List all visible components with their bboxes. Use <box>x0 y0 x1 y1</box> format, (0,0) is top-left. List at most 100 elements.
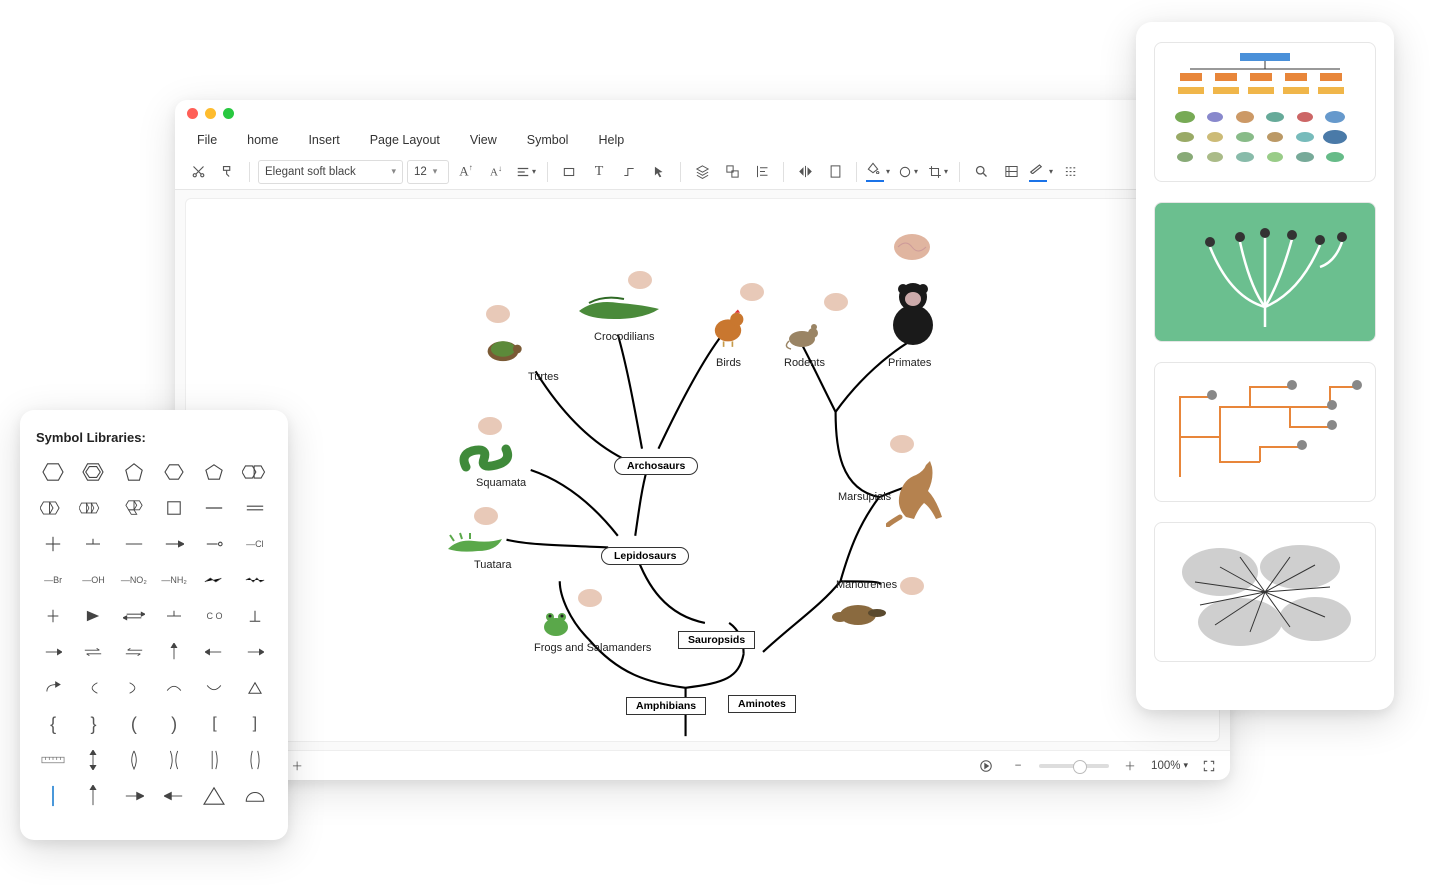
fused-rings-icon[interactable] <box>238 459 272 485</box>
triangle-shape-icon[interactable] <box>197 783 231 809</box>
template-thumb-phylogeny-green[interactable] <box>1154 202 1376 342</box>
fill-color-button[interactable]: ▾ <box>865 159 891 185</box>
layers-button[interactable] <box>689 159 715 185</box>
hexagon-outline-icon[interactable] <box>157 459 191 485</box>
search-button[interactable] <box>968 159 994 185</box>
benzene-icon[interactable] <box>76 459 110 485</box>
rodent-icon[interactable] <box>784 317 824 351</box>
increase-font-button[interactable]: A↑ <box>453 159 479 185</box>
menu-home[interactable]: home <box>233 129 292 151</box>
left-tri-arrow-icon[interactable] <box>157 783 191 809</box>
align-objects-button[interactable] <box>749 159 775 185</box>
pointer-tool[interactable] <box>646 159 672 185</box>
canvas[interactable]: Archosaurs Lepidosaurs Sauropsids Amphib… <box>185 198 1220 742</box>
pyrene-icon[interactable] <box>117 495 151 521</box>
text-tool[interactable]: T <box>586 159 612 185</box>
connector-style-button[interactable] <box>1058 159 1084 185</box>
hydroxyl-label-icon[interactable]: —OH <box>76 567 110 593</box>
paren-left-icon[interactable]: ( <box>117 711 151 737</box>
menu-file[interactable]: File <box>183 129 231 151</box>
zoom-out-button[interactable]: − <box>1007 755 1029 777</box>
cross-bond-icon[interactable] <box>36 531 70 557</box>
group-archosaurs[interactable]: Archosaurs <box>614 457 698 475</box>
perp-icon[interactable] <box>238 603 272 629</box>
pentagon-icon[interactable] <box>117 459 151 485</box>
amine-label-icon[interactable]: —NH₂ <box>157 567 191 593</box>
template-thumb-animal-classification[interactable] <box>1154 42 1376 182</box>
right-tri-arrow-icon[interactable] <box>117 783 151 809</box>
close-window-button[interactable] <box>187 108 198 119</box>
format-painter-button[interactable] <box>215 159 241 185</box>
presentation-button[interactable] <box>975 755 997 777</box>
platypus-icon[interactable] <box>830 595 888 629</box>
kangaroo-icon[interactable] <box>886 457 950 527</box>
menu-insert[interactable]: Insert <box>294 129 353 151</box>
zoom-slider[interactable] <box>1039 764 1109 768</box>
nitro-label-icon[interactable]: —NO₂ <box>117 567 151 593</box>
cyclopentane-icon[interactable] <box>197 459 231 485</box>
chain-icon[interactable] <box>197 567 231 593</box>
brace-left-icon[interactable]: { <box>36 711 70 737</box>
add-page-button[interactable]: ＋ <box>286 755 308 777</box>
thin-up-arrow-icon[interactable] <box>76 783 110 809</box>
hexagon-icon[interactable] <box>36 459 70 485</box>
bracket-left-icon[interactable]: [ <box>197 711 231 737</box>
lens-biconcave-icon[interactable] <box>238 747 272 773</box>
arc-left-icon[interactable] <box>76 675 110 701</box>
double-head-arrow-icon[interactable] <box>76 747 110 773</box>
wedge-icon[interactable] <box>76 603 110 629</box>
bracket-right-icon[interactable]: ] <box>238 711 272 737</box>
align-dropdown[interactable]: ▾ <box>513 159 539 185</box>
t-bond-icon[interactable] <box>76 531 110 557</box>
page-size-button[interactable] <box>822 159 848 185</box>
paren-right-icon[interactable]: ) <box>157 711 191 737</box>
brace-right-icon[interactable]: } <box>76 711 110 737</box>
triangle-outline-icon[interactable] <box>238 675 272 701</box>
menu-view[interactable]: View <box>456 129 511 151</box>
arc-up-icon[interactable] <box>157 675 191 701</box>
decrease-font-button[interactable]: A↓ <box>483 159 509 185</box>
arc-down-icon[interactable] <box>197 675 231 701</box>
group-amphibians[interactable]: Amphibians <box>626 697 706 715</box>
branch-t-icon[interactable] <box>36 603 70 629</box>
flip-horizontal-button[interactable] <box>792 159 818 185</box>
lens-plano-icon[interactable] <box>197 747 231 773</box>
single-bond-icon[interactable] <box>117 531 151 557</box>
chlorine-label-icon[interactable]: —Cl <box>238 531 272 557</box>
crocodile-icon[interactable] <box>574 289 664 327</box>
reverse-equilibrium-icon[interactable] <box>117 639 151 665</box>
font-dropdown[interactable]: Elegant soft black ▾ <box>258 160 403 184</box>
menu-page-layout[interactable]: Page Layout <box>356 129 454 151</box>
template-thumb-cladogram-orange[interactable] <box>1154 362 1376 502</box>
menu-help[interactable]: Help <box>584 129 638 151</box>
up-arrow-icon[interactable] <box>157 639 191 665</box>
cut-button[interactable] <box>185 159 211 185</box>
co-label-icon[interactable]: C O <box>197 603 231 629</box>
frog-icon[interactable] <box>538 607 574 639</box>
turtle-icon[interactable] <box>481 327 525 371</box>
right-arrow-icon[interactable] <box>238 639 272 665</box>
template-thumb-radial-gray[interactable] <box>1154 522 1376 662</box>
fullscreen-button[interactable] <box>1198 755 1220 777</box>
semicircle-icon[interactable] <box>238 783 272 809</box>
arrow-bond-icon[interactable] <box>157 531 191 557</box>
ring-bond-icon[interactable] <box>197 531 231 557</box>
scale-ruler-icon[interactable] <box>36 747 70 773</box>
rectangle-tool[interactable] <box>556 159 582 185</box>
small-arrow-icon[interactable] <box>36 639 70 665</box>
symbol-library-button[interactable] <box>998 159 1024 185</box>
square-icon[interactable] <box>157 495 191 521</box>
line-color-button[interactable]: ▾ <box>1028 159 1054 185</box>
dash-icon[interactable] <box>197 495 231 521</box>
maximize-window-button[interactable] <box>223 108 234 119</box>
minimize-window-button[interactable] <box>205 108 216 119</box>
left-arrow-icon[interactable] <box>197 639 231 665</box>
naphthalene-icon[interactable] <box>36 495 70 521</box>
menu-symbol[interactable]: Symbol <box>513 129 583 151</box>
group-sauropsids[interactable]: Sauropsids <box>678 631 755 649</box>
blue-line-icon[interactable] <box>36 783 70 809</box>
zigzag-icon[interactable] <box>238 567 272 593</box>
arc-right-icon[interactable] <box>117 675 151 701</box>
connector-tool[interactable] <box>616 159 642 185</box>
font-size-dropdown[interactable]: 12 ▾ <box>407 160 449 184</box>
